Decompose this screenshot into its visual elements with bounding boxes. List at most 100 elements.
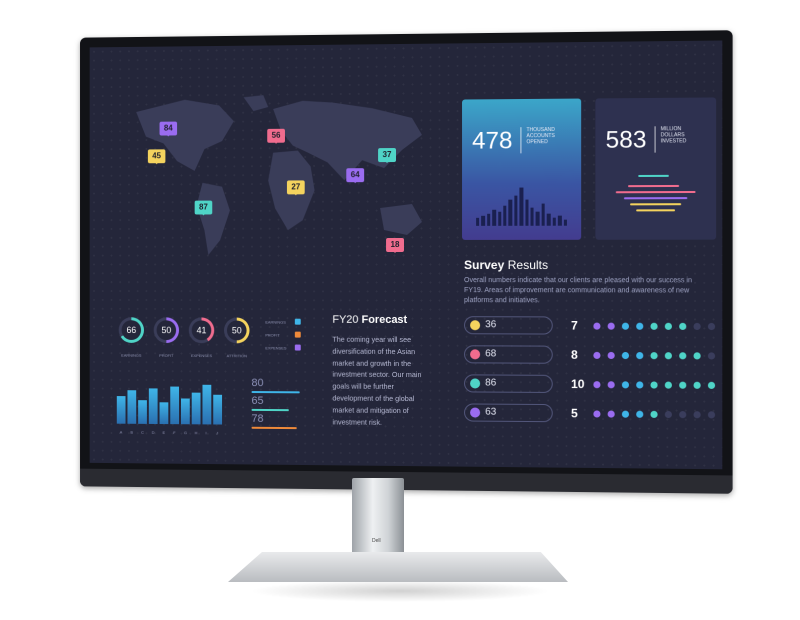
chart-bar <box>181 398 190 424</box>
stat-value: 78 <box>251 413 263 425</box>
survey-rating-dots <box>593 410 722 418</box>
stat-line <box>251 427 296 429</box>
chart-bar <box>117 396 126 424</box>
rating-dot <box>636 381 643 388</box>
base-shadow <box>250 580 550 602</box>
forecast-body: The coming year will see diversification… <box>332 334 436 429</box>
gauge-label: EXPENSES <box>182 353 221 358</box>
rating-dot <box>665 382 672 389</box>
survey-pill-value: 63 <box>485 407 496 418</box>
bar-label: A <box>120 430 123 435</box>
bar-label: D <box>152 430 155 435</box>
bar-label: E <box>162 430 165 435</box>
legend-swatch <box>295 319 301 325</box>
gauge-value: 66 <box>122 320 141 340</box>
histogram-bar <box>514 196 517 226</box>
map-pin: 64 <box>346 168 364 182</box>
rating-dot <box>650 411 657 418</box>
stat-list: 80 65 78 <box>90 41 723 48</box>
gauge-value: 50 <box>157 320 176 340</box>
rating-dot <box>636 352 643 359</box>
rating-dot <box>608 411 615 418</box>
stat-value: 80 <box>251 377 263 389</box>
rating-dot <box>679 382 686 389</box>
investment-lines <box>610 167 702 228</box>
rating-dot <box>679 323 686 330</box>
histogram-bar <box>552 218 555 226</box>
monitor-stand-base <box>228 552 568 582</box>
investment-value: 583 <box>606 126 647 155</box>
monitor-bezel: 84 45 56 37 64 27 87 18 478 THOUSAND ACCOUNTS O… <box>80 30 733 494</box>
chart-bar <box>202 385 211 425</box>
rating-dot <box>622 381 629 388</box>
gauge-label: ATTRITION <box>217 353 256 358</box>
legend-label: EXPENSES <box>265 345 286 350</box>
rating-dot <box>708 382 715 389</box>
rating-dot <box>622 352 629 359</box>
chart-bar <box>170 387 179 425</box>
forecast-title: FY20 Forecast <box>332 314 407 326</box>
kpi-gauge: 66 <box>119 317 144 343</box>
histogram-bar <box>520 188 523 226</box>
survey-pill-value: 36 <box>485 319 496 330</box>
rating-dot <box>622 323 629 330</box>
stand-logo: Dell <box>372 538 381 544</box>
map-pin: 37 <box>378 148 396 162</box>
survey-rows: 36 68 86 63 7 8 10 5 <box>90 41 723 48</box>
map-pin: 84 <box>160 122 178 136</box>
rating-dot <box>622 411 629 418</box>
survey-rating-dots <box>593 381 722 389</box>
survey-pill-dot <box>470 408 480 418</box>
rating-dot <box>650 381 657 388</box>
rating-dot <box>679 352 686 359</box>
survey-pill: 68 <box>464 345 553 364</box>
survey-pill-value: 86 <box>485 377 496 388</box>
histogram-bar <box>558 216 561 226</box>
bar-chart <box>117 382 232 424</box>
map-pins: 84 45 56 37 64 27 87 18 <box>90 41 723 48</box>
rating-dot <box>593 323 600 330</box>
line-mark <box>636 209 675 211</box>
histogram-bar <box>498 212 501 226</box>
line-mark <box>616 191 696 193</box>
line-mark <box>630 203 681 205</box>
investment-tile: 583 MILLION DOLLARS INVESTED <box>595 97 716 239</box>
rating-dot <box>694 411 701 418</box>
legend-swatch <box>295 345 301 351</box>
accounts-value: 478 <box>472 127 512 155</box>
rating-dot <box>665 411 672 418</box>
survey-rating-label: 10 <box>571 377 591 391</box>
rating-dot <box>608 352 615 359</box>
rating-dot <box>650 352 657 359</box>
map-pin: 45 <box>148 149 166 163</box>
histogram-bar <box>525 200 528 226</box>
histogram-bar <box>509 200 512 226</box>
bar-label: G <box>184 430 187 435</box>
rating-dot <box>608 323 615 330</box>
gauge-value: 50 <box>227 320 247 340</box>
histogram-bar <box>542 204 545 226</box>
survey-rating-label: 7 <box>571 318 591 332</box>
rating-dot <box>593 410 600 417</box>
legend-label: EARNINGS <box>265 320 286 325</box>
survey-pill-value: 68 <box>485 348 496 359</box>
histogram-bar <box>487 214 490 226</box>
divider <box>520 127 521 153</box>
map-pin: 87 <box>195 201 213 215</box>
accounts-histogram <box>476 185 567 225</box>
rating-dot <box>593 381 600 388</box>
chart-bar <box>127 390 136 424</box>
rating-dot <box>650 323 657 330</box>
survey-pill: 36 <box>464 316 553 334</box>
survey-pill-dot <box>470 349 480 359</box>
histogram-bar <box>531 208 534 226</box>
kpi-gauge: 50 <box>154 317 179 343</box>
rating-dot <box>608 381 615 388</box>
kpi-gauge: 50 <box>224 318 250 344</box>
map-pin: 27 <box>287 180 305 194</box>
histogram-bar <box>503 206 506 226</box>
rating-dot <box>694 352 701 359</box>
line-mark <box>638 175 669 177</box>
chart-bar <box>192 393 201 425</box>
chart-bar <box>160 402 169 424</box>
